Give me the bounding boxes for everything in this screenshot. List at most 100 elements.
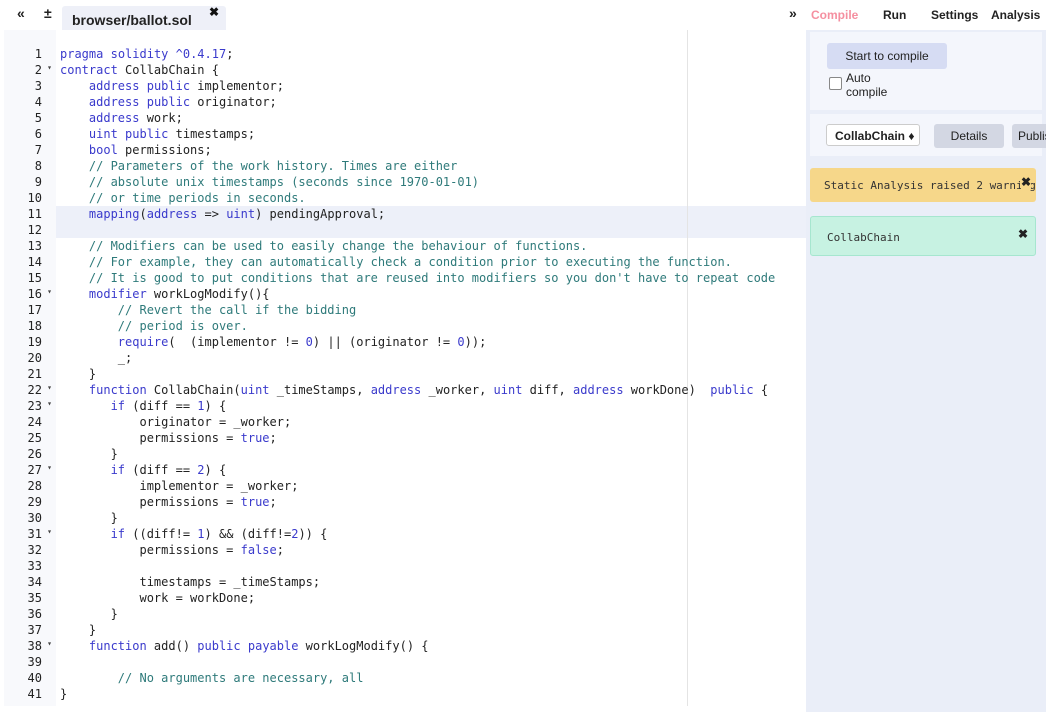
line-number: 14: [27, 255, 42, 269]
fold-toggle-icon[interactable]: ▾: [47, 639, 52, 648]
line-number: 7: [34, 143, 42, 157]
code-line: // For example, they can automatically c…: [88, 255, 732, 269]
code-line: work = workDone;: [60, 591, 256, 605]
line-number: 9: [34, 175, 42, 189]
static-analysis-warning: Static Analysis raised 2 warning(s) that…: [810, 168, 1036, 202]
tab-analysis[interactable]: Analysis: [991, 8, 1040, 22]
code-line: address public implementor;: [88, 79, 284, 93]
line-number: 34: [27, 575, 42, 589]
code-line: originator = _worker;: [60, 415, 292, 429]
collapse-left-icon[interactable]: «: [17, 5, 25, 21]
code-line: // or time periods in seconds.: [88, 191, 306, 205]
code-line: address public originator;: [88, 95, 277, 109]
line-number: 8: [34, 159, 42, 173]
line-number: 20: [27, 351, 42, 365]
file-tab-label: browser/ballot.sol: [72, 12, 192, 28]
code-line: }: [60, 607, 118, 621]
file-tab[interactable]: browser/ballot.sol ✖: [62, 5, 226, 30]
line-number: 15: [27, 271, 42, 285]
add-file-icon[interactable]: ±: [44, 5, 52, 21]
line-number: 28: [27, 479, 42, 493]
code-line: // Modifiers can be used to easily chang…: [88, 239, 588, 253]
line-number: 18: [27, 319, 42, 333]
line-number: 2 ▾: [34, 63, 52, 77]
code-line: if ((diff!= 1) && (diff!=2)) {: [110, 527, 328, 541]
line-number: 27 ▾: [27, 463, 52, 477]
fold-toggle-icon[interactable]: ▾: [47, 527, 52, 536]
warning-text: Static Analysis raised 2 warning(s) that…: [824, 179, 1036, 192]
code-line: function add() public payable workLogMod…: [88, 639, 429, 653]
code-line: mapping(address => uint) pendingApproval…: [88, 207, 386, 221]
fold-toggle-icon[interactable]: ▾: [47, 63, 52, 72]
panel-tabs: Compile Run Settings Analysis: [806, 0, 1046, 30]
code-line: require( (implementor != 0) || (originat…: [117, 335, 487, 349]
tab-compile[interactable]: Compile: [811, 8, 858, 22]
contract-select[interactable]: CollabChain ♦: [826, 124, 920, 146]
line-number: 38 ▾: [27, 639, 52, 653]
line-number: 11: [27, 207, 42, 221]
line-number: 39: [27, 655, 42, 669]
code-line: // Revert the call if the bidding: [117, 303, 357, 317]
tab-run[interactable]: Run: [883, 8, 906, 22]
start-compile-button[interactable]: Start to compile: [827, 43, 947, 69]
fold-toggle-icon[interactable]: ▾: [47, 463, 52, 472]
code-line: permissions = true;: [60, 495, 277, 509]
line-number: 33: [27, 559, 42, 573]
line-number: 1: [34, 47, 42, 61]
contract-section: CollabChain ♦ Details Publish: [810, 114, 1046, 156]
fold-toggle-icon[interactable]: ▾: [47, 287, 52, 296]
code-line: modifier workLogModify(){: [88, 287, 270, 301]
line-number: 32: [27, 543, 42, 557]
code-line: permissions = false;: [60, 543, 284, 557]
line-number: 24: [27, 415, 42, 429]
active-line-highlight: [56, 222, 806, 238]
code-line: _;: [60, 351, 133, 365]
close-success-icon[interactable]: ✖: [1018, 227, 1028, 241]
line-number: 25: [27, 431, 42, 445]
fold-toggle-icon[interactable]: ▾: [47, 399, 52, 408]
code-line: timestamps = _timeStamps;: [60, 575, 321, 589]
code-line: if (diff == 2) {: [110, 463, 227, 477]
fold-toggle-icon[interactable]: ▾: [47, 383, 52, 392]
code-editor[interactable]: 1 2 ▾ 3 4 5 6 7 8 9 10 11 12 13 14 15 16 ▾ 17 18 19 20 21 22 ▾ 23…: [4, 30, 806, 706]
compile-success-box[interactable]: CollabChain ✖: [810, 216, 1036, 256]
code-line: contract CollabChain {: [60, 63, 219, 77]
code-line: address work;: [88, 111, 183, 125]
publish-button[interactable]: Publish: [1012, 124, 1046, 148]
collapse-right-icon[interactable]: »: [789, 5, 797, 21]
line-number: 13: [27, 239, 42, 253]
code-line: // Parameters of the work history. Times…: [88, 159, 458, 173]
auto-compile-label: Auto compile: [846, 71, 888, 99]
code-area[interactable]: pragma solidity ^0.4.17; contract CollabC…: [56, 30, 806, 706]
line-number: 31 ▾: [27, 527, 52, 541]
line-number: 21: [27, 367, 42, 381]
line-number: 3: [34, 79, 42, 93]
line-number: 35: [27, 591, 42, 605]
line-number: 6: [34, 127, 42, 141]
auto-compile-checkbox[interactable]: [829, 77, 842, 90]
tab-settings[interactable]: Settings: [931, 8, 978, 22]
code-line: }: [60, 687, 68, 701]
line-number: 26: [27, 447, 42, 461]
code-line: uint public timestamps;: [88, 127, 256, 141]
close-tab-icon[interactable]: ✖: [209, 5, 219, 19]
code-line: // absolute unix timestamps (seconds sin…: [88, 175, 480, 189]
code-line: }: [60, 367, 97, 381]
line-gutter: 1 2 ▾ 3 4 5 6 7 8 9 10 11 12 13 14 15 16 ▾ 17 18 19 20 21 22 ▾ 23…: [4, 30, 56, 706]
code-line: function CollabChain(uint _timeStamps, a…: [88, 383, 769, 397]
line-number: 36: [27, 607, 42, 621]
details-button[interactable]: Details: [934, 124, 1004, 148]
compile-section: Start to compile Auto compile: [810, 32, 1042, 110]
code-line: bool permissions;: [88, 143, 212, 157]
code-line: // No arguments are necessary, all: [117, 671, 364, 685]
line-number: 16 ▾: [27, 287, 52, 301]
line-number: 4: [34, 95, 42, 109]
line-number: 30: [27, 511, 42, 525]
code-line: if (diff == 1) {: [110, 399, 227, 413]
code-line: pragma solidity ^0.4.17;: [60, 47, 234, 61]
close-warning-icon[interactable]: ✖: [1021, 175, 1032, 189]
print-margin: [687, 30, 688, 706]
line-number: 12: [27, 223, 42, 237]
line-number: 22 ▾: [27, 383, 52, 397]
editor-bottom: [0, 706, 806, 712]
